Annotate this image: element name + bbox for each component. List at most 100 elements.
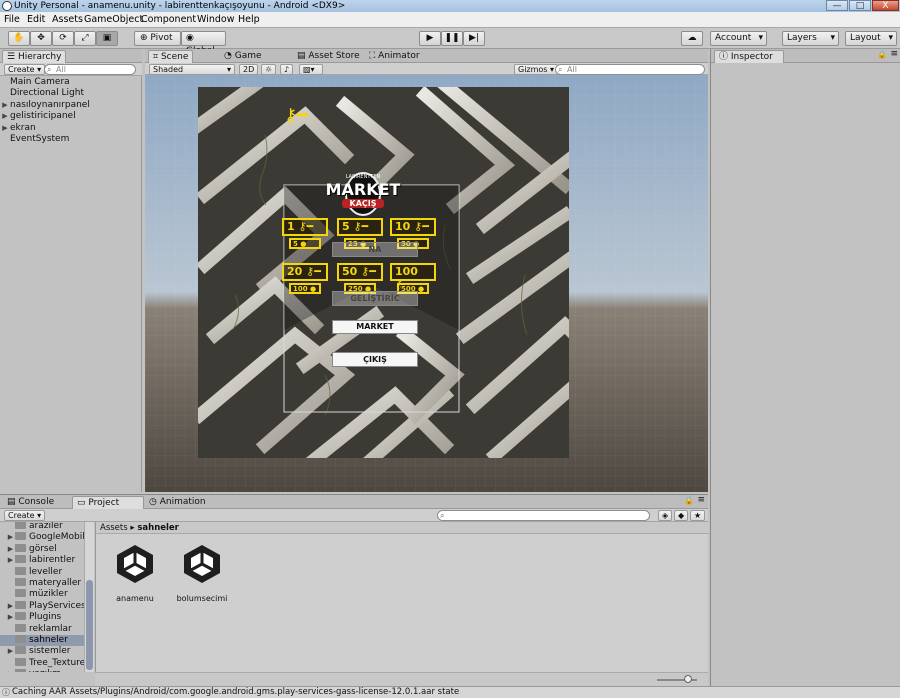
- key-pack-button[interactable]: 50 ⚷━: [337, 263, 383, 281]
- scene-viewport[interactable]: ⚷━ LABIRENTTEN MARKET KAÇIŞ 1 ⚷━ 5 ● 5 ⚷━ 2…: [145, 75, 708, 492]
- hierarchy-item[interactable]: Directional Light: [0, 88, 84, 99]
- tab-animator[interactable]: ⛶ Animator: [365, 50, 424, 63]
- pause-button[interactable]: ❚❚: [441, 31, 463, 46]
- menu-help[interactable]: Help: [238, 12, 260, 27]
- breadcrumb-root[interactable]: Assets: [100, 523, 128, 533]
- tab-console[interactable]: ▤ Console: [3, 496, 58, 509]
- project-folder-item[interactable]: ▶ sistemler: [0, 646, 84, 657]
- move-tool-icon[interactable]: ✥: [30, 31, 52, 46]
- cloud-icon[interactable]: ☁: [681, 31, 703, 46]
- tab-scene[interactable]: ⌗ Scene: [148, 50, 194, 63]
- expand-arrow-icon[interactable]: ▶: [6, 532, 15, 543]
- project-folder-item[interactable]: müzikler: [0, 589, 84, 600]
- play-button[interactable]: ▶: [419, 31, 441, 46]
- menu-gameobject[interactable]: GameObject: [84, 12, 143, 27]
- expand-arrow-icon[interactable]: ▶: [6, 601, 15, 612]
- how-to-play-button[interactable]: NA: [332, 242, 418, 257]
- hierarchy-item[interactable]: ▶ nasıloynanırpanel: [0, 100, 90, 111]
- lock-icon[interactable]: 🔒: [877, 50, 887, 59]
- project-folder-item[interactable]: araziler: [0, 522, 84, 532]
- minimize-button[interactable]: —: [826, 0, 848, 11]
- key-pack-button[interactable]: 5 ⚷━: [337, 218, 383, 236]
- scale-tool-icon[interactable]: ⤢: [74, 31, 96, 46]
- key-pack-button[interactable]: 100 ⚷━: [390, 263, 436, 291]
- filter-label-icon[interactable]: ◆: [674, 510, 689, 521]
- tab-project[interactable]: ▭ Project: [72, 496, 144, 509]
- expand-arrow-icon[interactable]: ▶: [0, 123, 10, 134]
- tab-inspector[interactable]: ⓘ Inspector: [714, 50, 784, 63]
- hierarchy-item[interactable]: Main Camera: [0, 77, 70, 88]
- breadcrumb-current[interactable]: sahneler: [137, 523, 179, 533]
- asset-anamenu[interactable]: anamenu: [100, 542, 170, 603]
- project-folder-item[interactable]: ▶ yazılım: [0, 669, 84, 672]
- menu-edit[interactable]: Edit: [27, 12, 45, 27]
- tab-hierarchy[interactable]: ☰ Hierarchy: [2, 50, 67, 63]
- menu-component[interactable]: Component: [141, 12, 196, 27]
- key-pack-button[interactable]: 10 ⚷━: [390, 218, 436, 236]
- tab-animation[interactable]: ◷ Animation: [145, 496, 210, 509]
- shading-mode-dropdown[interactable]: Shaded ▾: [149, 64, 235, 75]
- project-folder-item[interactable]: ▶ PlayServicesResolver: [0, 600, 84, 612]
- project-create-button[interactable]: Create ▾: [4, 510, 46, 521]
- account-dropdown[interactable]: Account ▾: [710, 31, 767, 46]
- panel-menu-icon[interactable]: ≡: [890, 49, 898, 59]
- hand-tool-icon[interactable]: ✋: [8, 31, 30, 46]
- tab-asset-store[interactable]: ▤ Asset Store: [293, 50, 364, 63]
- project-folder-item[interactable]: ▶ görsel: [0, 543, 84, 555]
- menu-assets[interactable]: Assets: [52, 12, 83, 27]
- expand-arrow-icon[interactable]: ▶: [6, 544, 15, 555]
- hierarchy-item[interactable]: ▶ ekran: [0, 123, 35, 134]
- rotate-tool-icon[interactable]: ⟳: [52, 31, 74, 46]
- project-folder-item[interactable]: ▶ Plugins: [0, 612, 84, 623]
- maximize-button[interactable]: □: [849, 0, 871, 11]
- panel-menu-icon[interactable]: ≡: [697, 495, 705, 505]
- hierarchy-create-button[interactable]: Create ▾: [4, 64, 46, 75]
- project-folder-item[interactable]: materyaller: [0, 578, 84, 589]
- expand-arrow-icon[interactable]: ▶: [0, 111, 10, 122]
- gizmos-dropdown[interactable]: Gizmos ▾: [514, 64, 559, 75]
- expand-arrow-icon[interactable]: ▶: [6, 555, 15, 566]
- project-search-input[interactable]: ⌕: [437, 510, 650, 521]
- project-folder-item[interactable]: Tree_Textures: [0, 657, 84, 669]
- scrollbar-thumb[interactable]: [86, 580, 93, 670]
- scene-search-input[interactable]: ⌕ All: [555, 64, 705, 75]
- project-folder-item[interactable]: ▶ labirentler: [0, 555, 84, 566]
- tab-game-label: Game: [234, 51, 262, 61]
- 2d-toggle[interactable]: 2D: [239, 64, 259, 75]
- tab-game[interactable]: ◔ Game: [220, 50, 266, 63]
- lock-icon[interactable]: 🔒: [684, 496, 694, 505]
- lighting-icon[interactable]: ☼: [261, 64, 277, 75]
- audio-icon[interactable]: ♪: [280, 64, 294, 75]
- expand-arrow-icon[interactable]: ▶: [6, 646, 15, 657]
- market-button[interactable]: MARKET: [332, 320, 418, 334]
- project-folder-item[interactable]: leveller: [0, 566, 84, 578]
- key-pack-button[interactable]: 1 ⚷━: [282, 218, 328, 236]
- menu-window[interactable]: Window: [197, 12, 234, 27]
- step-button[interactable]: ▶|: [463, 31, 485, 46]
- favorite-icon[interactable]: ★: [690, 510, 706, 521]
- expand-arrow-icon[interactable]: ▶: [0, 100, 10, 111]
- hierarchy-item[interactable]: ▶ gelistiricipanel: [0, 111, 75, 122]
- hierarchy-item[interactable]: EventSystem: [0, 134, 69, 145]
- project-folder-item[interactable]: reklamlar: [0, 623, 84, 635]
- expand-arrow-icon[interactable]: ▶: [6, 669, 15, 672]
- folder-scrollbar[interactable]: [84, 522, 94, 672]
- filter-type-icon[interactable]: ◈: [658, 510, 673, 521]
- key-pack-button[interactable]: 20 ⚷━: [282, 263, 328, 281]
- developer-button[interactable]: GELİŞTİRİC: [332, 291, 418, 306]
- expand-arrow-icon[interactable]: ▶: [6, 612, 15, 623]
- asset-bolumsecimi[interactable]: bolumsecimi: [167, 542, 237, 603]
- menu-file[interactable]: File: [4, 12, 20, 27]
- slider-handle[interactable]: [684, 675, 692, 683]
- pivot-toggle[interactable]: ⊕ Pivot: [134, 31, 181, 46]
- rect-tool-icon[interactable]: ▣: [96, 31, 118, 46]
- exit-button[interactable]: ÇIKIŞ: [332, 352, 418, 367]
- effects-icon[interactable]: ▨▾: [299, 64, 323, 75]
- global-toggle[interactable]: ◉ Global: [181, 31, 226, 56]
- layers-dropdown[interactable]: Layers ▾: [782, 31, 839, 46]
- hierarchy-search-input[interactable]: ⌕ All: [44, 64, 136, 75]
- layout-dropdown[interactable]: Layout ▾: [845, 31, 897, 46]
- close-button[interactable]: X: [872, 0, 899, 11]
- project-folder-item[interactable]: sahneler: [0, 635, 84, 646]
- project-folder-item[interactable]: ▶ GoogleMobileAds: [0, 532, 84, 543]
